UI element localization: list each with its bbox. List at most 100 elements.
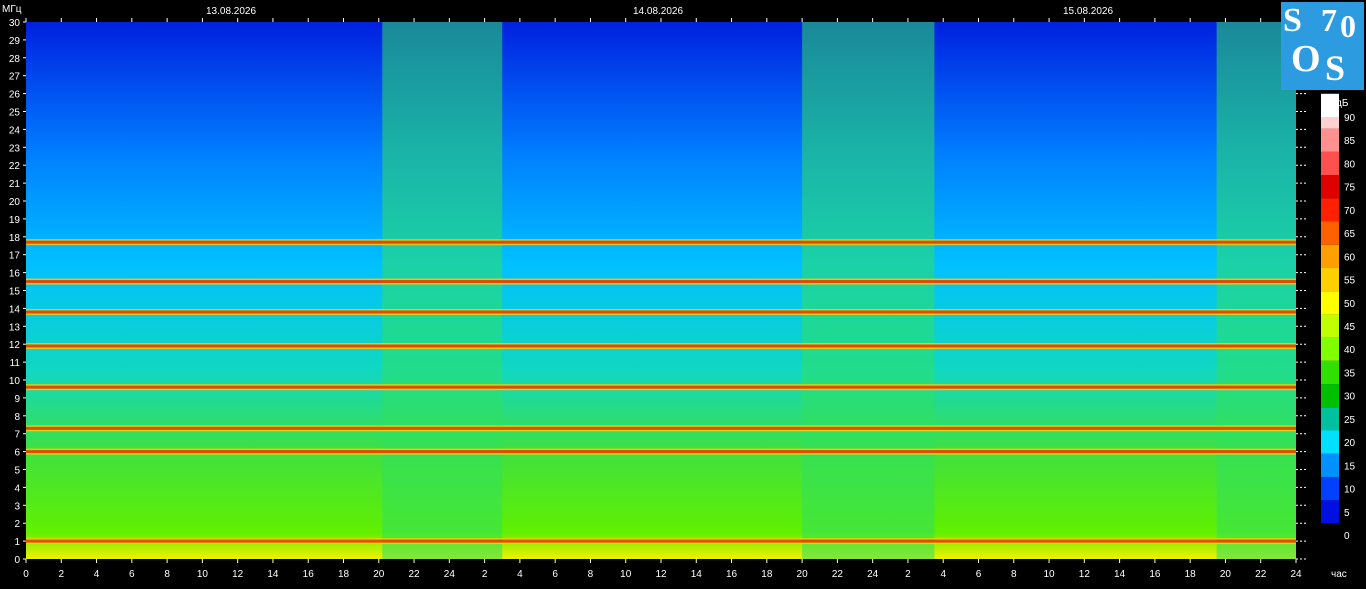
colorbar-swatch	[1321, 360, 1339, 385]
x-tick-label: 24	[867, 569, 879, 580]
x-tick-label: 20	[373, 569, 385, 580]
date-label-2: 14.08.2026	[633, 6, 683, 17]
spectrogram-chart: 0123456789101112131415161718192021222324…	[2, 4, 1356, 580]
x-tick-label: 22	[832, 569, 844, 580]
x-tick-label: 18	[338, 569, 350, 580]
y-tick-label: 14	[9, 304, 21, 315]
colorbar-swatch	[1321, 198, 1339, 222]
colorbar-swatch	[1321, 267, 1339, 292]
colorbar-swatch	[1321, 384, 1339, 408]
y-tick-label: 1	[14, 537, 20, 548]
colorbar-tick-label: 20	[1344, 438, 1356, 449]
colorbar-tick-label: 0	[1344, 531, 1350, 542]
colorbar-swatch	[1321, 244, 1339, 268]
colorbar-swatch	[1321, 221, 1339, 245]
y-tick-label: 16	[9, 269, 21, 280]
day-column	[382, 22, 503, 559]
y-tick-label: 22	[9, 161, 21, 172]
date-label-3: 15.08.2026	[1063, 6, 1113, 17]
y-tick-label: 2	[14, 519, 20, 530]
y-tick-label: 9	[14, 394, 20, 405]
x-tick-label: 2	[58, 569, 64, 580]
band-core	[26, 310, 1296, 314]
colorbar-swatch	[1321, 476, 1339, 501]
x-tick-label: 20	[797, 569, 809, 580]
colorbar-tick-label: 70	[1344, 206, 1356, 217]
x-tick-label: 12	[655, 569, 667, 580]
x-tick-label: 10	[620, 569, 632, 580]
y-tick-label: 19	[9, 215, 21, 226]
colorbar-swatch	[1321, 151, 1339, 176]
colorbar-label: дБ	[1336, 98, 1349, 109]
colorbar: 0 5 10 15 20 25 30 35 40 45 50 55 60 65 70 75 80 85 90	[1321, 93, 1356, 542]
x-tick-label: 14	[1114, 569, 1126, 580]
logo-letter-s2: S	[1325, 48, 1346, 88]
y-tick-label: 11	[10, 358, 21, 369]
y-tick-label: 17	[9, 251, 21, 262]
band-core	[26, 240, 1296, 244]
band-core	[26, 344, 1296, 348]
y-tick-label: 25	[9, 108, 21, 119]
x-tick-label: 18	[761, 569, 773, 580]
day-column	[1216, 22, 1296, 559]
colorbar-swatch	[1321, 407, 1339, 431]
x-tick-label: 16	[726, 569, 738, 580]
x-tick-label: 0	[23, 569, 29, 580]
band-core	[26, 539, 1296, 543]
y-tick-label: 8	[14, 412, 20, 423]
y-tick-label: 12	[9, 340, 21, 351]
colorbar-swatch	[1321, 500, 1339, 524]
day-column	[802, 22, 935, 559]
colorbar-swatch	[1321, 430, 1339, 454]
x-tick-label: 24	[444, 569, 456, 580]
x-tick-label: 4	[94, 569, 100, 580]
x-tick-label: 22	[408, 569, 420, 580]
x-tick-label: 18	[1185, 569, 1197, 580]
colorbar-swatch	[1321, 291, 1339, 315]
x-tick-label: 2	[905, 569, 911, 580]
band-core	[26, 385, 1296, 389]
x-tick-label: 16	[1149, 569, 1161, 580]
y-tick-label: 30	[9, 18, 21, 29]
spectrogram-background	[26, 22, 1296, 559]
x-tick-label: 10	[197, 569, 209, 580]
y-tick-label: 27	[9, 72, 21, 83]
colorbar-tick-label: 15	[1344, 461, 1356, 472]
colorbar-tick-label: 5	[1344, 508, 1350, 519]
y-tick-label: 20	[9, 197, 21, 208]
x-tick-label: 10	[1043, 569, 1055, 580]
band-core	[26, 426, 1296, 430]
y-tick-label: 10	[9, 376, 21, 387]
colorbar-tick-label: 75	[1344, 183, 1356, 194]
x-tick-label: 4	[517, 569, 523, 580]
y-tick-label: 6	[14, 448, 20, 459]
x-tick-label: 20	[1220, 569, 1232, 580]
date-label-1: 13.08.2026	[206, 6, 256, 17]
x-tick-label: 6	[976, 569, 982, 580]
sos70-logo: S 7 0 O S	[1281, 2, 1364, 90]
colorbar-tick-label: 85	[1344, 136, 1356, 147]
logo-digit-7: 7	[1321, 2, 1337, 38]
logo-digit-0: 0	[1340, 8, 1356, 44]
x-tick-label: 6	[552, 569, 558, 580]
x-tick-label: 8	[1011, 569, 1017, 580]
colorbar-tick-label: 25	[1344, 415, 1356, 426]
x-tick-label: 12	[232, 569, 244, 580]
x-tick-label: 12	[1079, 569, 1091, 580]
colorbar-tick-label: 30	[1344, 392, 1356, 403]
y-tick-label: 5	[14, 466, 20, 477]
y-tick-label: 15	[9, 287, 21, 298]
colorbar-tick-label: 60	[1344, 252, 1356, 263]
x-tick-label: 16	[303, 569, 315, 580]
band-core	[26, 450, 1296, 454]
x-tick-label: 6	[129, 569, 135, 580]
x-tick-label: 14	[691, 569, 703, 580]
y-tick-label: 3	[14, 501, 20, 512]
band-core	[26, 280, 1296, 284]
x-tick-label: 8	[588, 569, 594, 580]
colorbar-tick-label: 50	[1344, 299, 1356, 310]
logo-letter-s: S	[1283, 2, 1302, 39]
y-tick-label: 29	[9, 36, 21, 47]
colorbar-swatch	[1321, 453, 1339, 477]
colorbar-swatch	[1321, 314, 1339, 338]
